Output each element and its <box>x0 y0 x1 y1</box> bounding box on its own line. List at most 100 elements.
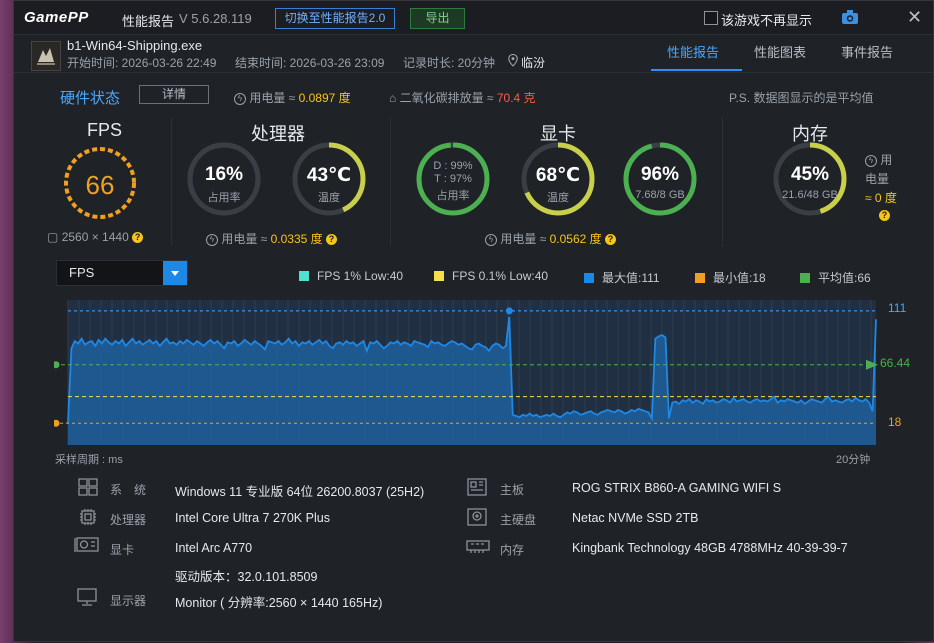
bolt-icon: ϟ <box>206 233 218 246</box>
help-icon[interactable]: ? <box>326 234 337 246</box>
cpu-power-value: 0.0335 度 <box>270 232 323 246</box>
close-icon[interactable]: ✕ <box>907 7 922 28</box>
memory-gauge: 45% 21.6/48 GB <box>771 140 849 218</box>
legend-swatch <box>584 273 594 283</box>
divider <box>390 118 391 246</box>
co2-value: 70.4 克 <box>496 91 536 105</box>
window-title: 性能报告 <box>122 14 175 29</box>
tab-event-report[interactable]: 事件报告 <box>841 42 893 61</box>
legend-swatch <box>434 271 444 281</box>
gpu-power-value: 0.0562 度 <box>549 232 602 246</box>
chart-end-label: 20分钟 <box>836 454 871 466</box>
switch-report-2-button[interactable]: 切换至性能报告2.0 <box>275 8 395 29</box>
bolt-icon: ϟ <box>485 233 497 246</box>
help-icon[interactable]: ? <box>879 210 890 222</box>
memory-usage-value: 45% <box>790 164 830 185</box>
mem-power-label-1: 用 <box>880 153 893 167</box>
cpu-usage-value: 16% <box>204 164 244 185</box>
cpu-power: ϟ 用电量 ≈ 0.0335 度 ? <box>206 230 337 247</box>
gpu-power-label: 用电量 ≈ <box>500 232 547 246</box>
tab-performance-chart[interactable]: 性能图表 <box>754 42 806 61</box>
active-tab-indicator <box>651 69 742 71</box>
monitor-icon <box>77 588 97 606</box>
app-logo: GamePP <box>24 9 89 26</box>
location: 临汾 <box>521 56 546 70</box>
bolt-icon: ϟ <box>865 154 877 167</box>
mem-power-value-row: ≈ 0 度 <box>865 189 897 206</box>
export-button[interactable]: 导出 <box>410 8 465 29</box>
legend-item-avg: 平均值:66 <box>800 269 871 286</box>
gpu-temp-value: 68℃ <box>535 165 581 186</box>
title-bar: GamePP 性能报告 V 5.6.28.119 切换至性能报告2.0 导出 该… <box>14 1 933 35</box>
memory-power: ϟ 用 电量 ≈ 0 度 ? <box>865 151 897 222</box>
screen-icon: ▢ <box>47 230 59 244</box>
motherboard-value: ROG STRIX B860-A GAMING WIFI S <box>572 481 782 495</box>
fps-value: 66 <box>85 170 115 200</box>
end-time: 结束时间: 2026-03-26 23:09 <box>235 56 385 70</box>
game-icon <box>31 41 61 71</box>
location-icon <box>508 54 518 67</box>
leaf-icon: ⌂ <box>389 91 397 105</box>
resolution-text: 2560 × 1440 <box>61 230 129 244</box>
gpu-usage-label: 占用率 <box>436 190 470 202</box>
mem-power-value: ≈ 0 度 <box>865 191 897 205</box>
legend-label: 平均值:66 <box>818 271 871 285</box>
avg-marker <box>54 361 60 369</box>
motherboard-icon <box>467 478 487 496</box>
motherboard-label: 主板 <box>500 483 525 497</box>
gpu-power: ϟ 用电量 ≈ 0.0562 度 ? <box>485 230 616 247</box>
cpu-usage-label: 占用率 <box>207 192 241 204</box>
camera-icon[interactable] <box>842 10 858 24</box>
windows-icon <box>78 478 98 496</box>
gpu-value: Intel Arc A770 <box>175 541 253 555</box>
cpu-temp-value: 43℃ <box>306 165 352 186</box>
min-marker <box>54 419 60 427</box>
os-value: Windows 11 专业版 64位 26200.8037 (25H2) <box>175 485 425 499</box>
disk-label: 主硬盘 <box>500 513 537 527</box>
ram-label: 内存 <box>500 543 525 557</box>
legend-item-fps-1-low: FPS 1% Low:40 <box>299 269 403 283</box>
total-power-label: 用电量 ≈ <box>249 91 296 105</box>
average-note: P.S. 数据图显示的是平均值 <box>729 91 874 105</box>
memory-usage-sub: 21.6/48 GB <box>782 189 838 201</box>
legend-item-min: 最小值:18 <box>695 269 766 286</box>
gpu-temp-label: 温度 <box>547 192 569 204</box>
axis-min-label: 18 <box>888 415 902 429</box>
help-icon[interactable]: ? <box>605 234 616 246</box>
legend-label: FPS 0.1% Low:40 <box>452 269 549 283</box>
total-power-value: 0.0897 度 <box>298 91 351 105</box>
legend-item-fps-01-low: FPS 0.1% Low:40 <box>434 269 548 283</box>
max-marker <box>505 307 513 315</box>
detail-button[interactable]: 详情 <box>139 85 209 104</box>
cpu-label: 处理器 <box>110 513 147 527</box>
fps-chart[interactable] <box>54 298 880 448</box>
monitor-label: 显示器 <box>110 594 147 608</box>
legend-label: FPS 1% Low:40 <box>317 269 404 283</box>
dont-show-label: 该游戏不再显示 <box>721 13 813 28</box>
divider <box>171 118 172 246</box>
cpu-icon <box>80 509 96 525</box>
total-power: ϟ 用电量 ≈ 0.0897 度 <box>234 89 351 106</box>
gpu-vram-sub: 7.68/8 GB <box>635 189 685 201</box>
mem-help-row: ? <box>865 208 897 222</box>
co2-label: 二氧化碳排放量 ≈ <box>399 91 494 105</box>
legend-swatch <box>800 273 810 283</box>
help-icon[interactable]: ? <box>132 232 144 244</box>
cpu-usage-gauge: 16% 占用率 <box>185 140 263 218</box>
dont-show-checkbox[interactable] <box>704 11 718 25</box>
legend-swatch <box>695 273 705 283</box>
metric-select[interactable]: FPS <box>56 260 188 286</box>
driver-version: 驱动版本：32.0.101.8509 <box>175 570 318 584</box>
ram-value: Kingbank Technology 48GB 4788MHz 40-39-3… <box>572 541 848 555</box>
legend-label: 最大值:111 <box>602 271 660 285</box>
tab-performance-report[interactable]: 性能报告 <box>667 42 719 61</box>
divider <box>14 72 933 73</box>
cpu-temp-label: 温度 <box>318 192 340 204</box>
legend-swatch <box>299 271 309 281</box>
start-time: 开始时间: 2026-03-26 22:49 <box>67 56 217 70</box>
gpu-icon <box>74 537 99 552</box>
duration: 记录时长: 20分钟 <box>403 56 496 70</box>
chevron-down-icon[interactable] <box>163 261 187 285</box>
divider <box>722 118 723 246</box>
legend-item-max: 最大值:111 <box>584 269 660 286</box>
